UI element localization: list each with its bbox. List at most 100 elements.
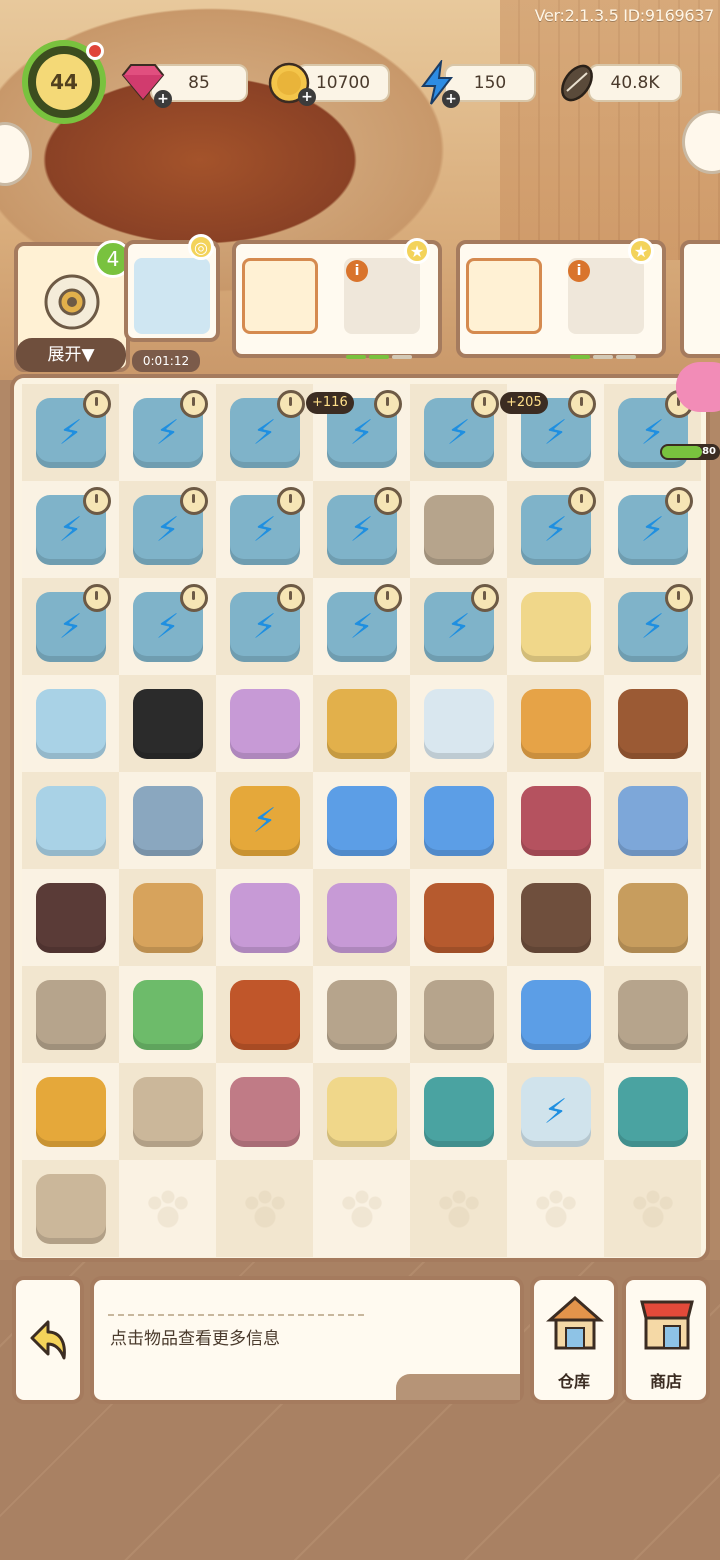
- info-icon[interactable]: i: [568, 260, 590, 282]
- board-cell[interactable]: [216, 1160, 313, 1257]
- board-cell[interactable]: [604, 772, 701, 869]
- board-cell[interactable]: [119, 869, 216, 966]
- level-number: 44: [36, 54, 92, 110]
- order-card-4[interactable]: [680, 240, 720, 358]
- star-icon: [520, 979, 591, 1050]
- rope-icon: [520, 785, 591, 856]
- board-cell[interactable]: [604, 869, 701, 966]
- warehouse-icon: [546, 1296, 604, 1350]
- board-cell[interactable]: [119, 772, 216, 869]
- warehouse-button[interactable]: 仓库: [530, 1276, 618, 1404]
- board-cell[interactable]: ⚡: [119, 481, 216, 578]
- board-cell[interactable]: ⚡: [216, 578, 313, 675]
- notification-dot: [86, 42, 104, 60]
- board-cell[interactable]: [410, 481, 507, 578]
- player-level[interactable]: 44: [22, 40, 106, 124]
- board-cell[interactable]: [119, 966, 216, 1063]
- board-cell[interactable]: [507, 772, 604, 869]
- board-cell[interactable]: ⚡: [216, 384, 313, 481]
- seed-counter[interactable]: 40.8K: [588, 64, 682, 102]
- board-cell[interactable]: ⚡: [410, 384, 507, 481]
- board-cell[interactable]: [410, 772, 507, 869]
- board-cell[interactable]: [604, 1063, 701, 1160]
- board-cell[interactable]: [22, 1160, 119, 1257]
- board-cell[interactable]: [313, 1160, 410, 1257]
- board-cell[interactable]: [119, 1160, 216, 1257]
- clock-icon: [180, 390, 208, 418]
- board-cell[interactable]: [119, 1063, 216, 1160]
- board-cell[interactable]: [604, 966, 701, 1063]
- board-cell[interactable]: [313, 675, 410, 772]
- board-cell[interactable]: ⚡: [22, 578, 119, 675]
- board-cell[interactable]: [507, 966, 604, 1063]
- moth-wings-icon: [132, 1076, 203, 1147]
- board-cell[interactable]: [216, 1063, 313, 1160]
- board-cell[interactable]: ⚡: [410, 578, 507, 675]
- divider: [108, 1314, 364, 1316]
- board-cell[interactable]: [313, 772, 410, 869]
- board-cell[interactable]: ⚡: [216, 481, 313, 578]
- paw-print-icon: [339, 1188, 384, 1229]
- order-item-chandelier: [242, 258, 318, 334]
- board-cell[interactable]: [507, 1160, 604, 1257]
- piggy-bank-progress: 180: [660, 444, 720, 460]
- clock-icon: [568, 390, 596, 418]
- merge-board: ⚡ ⚡ ⚡ ⚡ ⚡ ⚡ ⚡ ⚡ ⚡ ⚡ ⚡ ⚡ ⚡ ⚡ ⚡ ⚡ ⚡ ⚡ ⚡ ⚡ ⚡: [10, 374, 710, 1262]
- board-cell[interactable]: ⚡: [313, 578, 410, 675]
- board-cell[interactable]: [216, 869, 313, 966]
- board-cell[interactable]: ⚡: [604, 578, 701, 675]
- shop-button[interactable]: 商店: [622, 1276, 710, 1404]
- order-card-2[interactable]: i ★: [232, 238, 442, 359]
- board-cell[interactable]: ⚡: [119, 578, 216, 675]
- board-cell[interactable]: [216, 675, 313, 772]
- hint-text: 点击物品查看更多信息: [110, 1329, 280, 1349]
- back-arrow-icon: [30, 1320, 66, 1360]
- board-cell[interactable]: ⚡: [604, 481, 701, 578]
- board-cell[interactable]: ⚡: [22, 384, 119, 481]
- board-cell[interactable]: ⚡: [22, 481, 119, 578]
- board-cell[interactable]: [313, 966, 410, 1063]
- board-cell[interactable]: ⚡: [313, 481, 410, 578]
- paw-print-icon: [242, 1188, 287, 1229]
- board-cell[interactable]: ⚡: [216, 772, 313, 869]
- board-cell[interactable]: [604, 1160, 701, 1257]
- board-cell[interactable]: [313, 1063, 410, 1160]
- back-button[interactable]: [12, 1276, 84, 1404]
- board-cell[interactable]: ⚡: [507, 481, 604, 578]
- lavender-pot-icon: [229, 688, 300, 759]
- board-cell[interactable]: [410, 1160, 507, 1257]
- board-cell[interactable]: [119, 675, 216, 772]
- magnifier-bulb-icon: [326, 1076, 397, 1147]
- board-cell[interactable]: [410, 966, 507, 1063]
- board-cell[interactable]: [22, 869, 119, 966]
- board-cell[interactable]: [507, 675, 604, 772]
- order-card-3[interactable]: i ★: [456, 238, 666, 359]
- clock-icon: [665, 487, 693, 515]
- info-icon[interactable]: i: [346, 260, 368, 282]
- energy-icon: +: [412, 58, 462, 108]
- board-cell[interactable]: [410, 675, 507, 772]
- fruit-plate-icon: [520, 882, 591, 953]
- board-cell[interactable]: [22, 772, 119, 869]
- board-cell[interactable]: [22, 1063, 119, 1160]
- expand-button[interactable]: 展开▼: [16, 338, 126, 372]
- board-cell[interactable]: [22, 966, 119, 1063]
- board-cell[interactable]: [410, 869, 507, 966]
- board-cell[interactable]: [216, 966, 313, 1063]
- lamp-icon: [423, 688, 494, 759]
- board-cell[interactable]: [507, 869, 604, 966]
- blue-star-icon: [326, 785, 397, 856]
- yarn-ball-icon: [229, 1076, 300, 1147]
- piggy-bank-icon[interactable]: [676, 362, 720, 412]
- board-cell[interactable]: [507, 578, 604, 675]
- board-cell[interactable]: [313, 869, 410, 966]
- board-cell[interactable]: ⚡: [119, 384, 216, 481]
- cat-badge-1: +116: [306, 392, 354, 414]
- board-cell[interactable]: ⚡: [507, 1063, 604, 1160]
- order-card-1[interactable]: ◎: [124, 234, 220, 342]
- flower-vase-icon: [35, 785, 106, 856]
- board-cell[interactable]: [410, 1063, 507, 1160]
- version-text: Ver:2.1.3.5 ID:9169637: [534, 6, 715, 25]
- board-cell[interactable]: [22, 675, 119, 772]
- board-cell[interactable]: [604, 675, 701, 772]
